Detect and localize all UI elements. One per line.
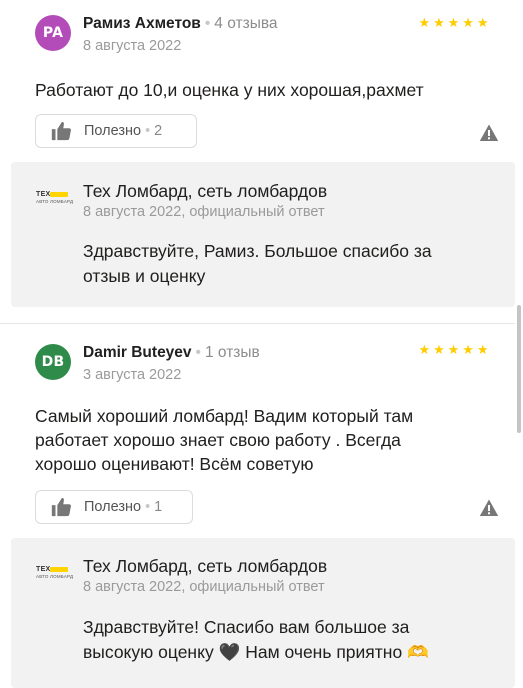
thumbs-up-icon bbox=[51, 121, 71, 141]
org-logo-subtext: АВТО ЛОМБАРД bbox=[36, 574, 74, 579]
star-icon: ★ bbox=[447, 343, 460, 358]
org-logo-bar bbox=[50, 192, 68, 197]
helpful-button[interactable]: Полезно • 2 bbox=[35, 114, 197, 148]
report-warning-icon[interactable] bbox=[479, 498, 499, 518]
author-name[interactable]: Damir Buteyev bbox=[83, 344, 192, 361]
star-icon: ★ bbox=[418, 16, 431, 31]
official-reply: ТЕХ АВТО ЛОМБАРД Тех Ломбард, сеть ломба… bbox=[11, 162, 515, 307]
official-reply: ТЕХ АВТО ЛОМБАРД Тех Ломбард, сеть ломба… bbox=[11, 538, 515, 688]
org-logo-text: ТЕХ bbox=[36, 566, 51, 573]
org-name[interactable]: Тех Ломбард, сеть ломбардов bbox=[83, 556, 327, 577]
thumbs-up-icon bbox=[51, 497, 71, 517]
author-review-count: 4 отзыва bbox=[214, 15, 278, 32]
review-date: 3 августа 2022 bbox=[83, 367, 182, 383]
org-logo: ТЕХ АВТО ЛОМБАРД bbox=[36, 566, 74, 582]
star-icon: ★ bbox=[462, 343, 474, 358]
reply-text-line: отзыв и оценку bbox=[83, 266, 206, 286]
helpful-count: 2 bbox=[154, 123, 163, 139]
avatar[interactable]: DB bbox=[35, 344, 71, 380]
review-text-line: Самый хороший ломбард! Вадим который там bbox=[35, 406, 414, 426]
helpful-label: Полезно bbox=[84, 123, 142, 139]
separator-dot: • bbox=[204, 15, 211, 32]
review-card: PA Рамиз Ахметов • 4 отзыва 8 августа 2022… bbox=[0, 0, 515, 310]
org-logo: ТЕХ АВТО ЛОМБАРД bbox=[36, 191, 74, 207]
star-icon: ★ bbox=[433, 16, 445, 31]
star-icon: ★ bbox=[462, 16, 474, 31]
org-logo-subtext: АВТО ЛОМБАРД bbox=[36, 199, 74, 204]
reply-text-line: Здравствуйте! Спасибо вам большое за bbox=[83, 617, 410, 637]
author-line: Damir Buteyev • 1 отзыв bbox=[83, 344, 260, 362]
review-text: Самый хороший ломбард! Вадим который там… bbox=[35, 404, 505, 476]
review-text: Работают до 10,и оценка у них хорошая,ра… bbox=[35, 80, 424, 100]
review-card: DB Damir Buteyev • 1 отзыв 3 августа 2022 … bbox=[0, 325, 515, 688]
review-text-line: хорошо оценивают! Всём советую bbox=[35, 454, 314, 474]
author-line: Рамиз Ахметов • 4 отзыва bbox=[83, 15, 278, 33]
rating-stars: ★ ★ ★ ★ ★ bbox=[417, 344, 490, 357]
reply-text: Здравствуйте! Спасибо вам большое за выс… bbox=[83, 615, 503, 665]
scrollbar-thumb[interactable] bbox=[517, 305, 521, 433]
reply-text-line: высокую оценку 🖤 Нам очень приятно 🫶 bbox=[83, 642, 429, 662]
reply-date: 8 августа 2022, официальный ответ bbox=[83, 204, 325, 220]
separator-dot: • bbox=[195, 344, 201, 361]
reply-text-line: Здравствуйте, Рамиз. Большое спасибо за bbox=[83, 241, 432, 261]
org-name[interactable]: Тех Ломбард, сеть ломбардов bbox=[83, 181, 327, 202]
review-text-line: работает хорошо знает свою работу . Всег… bbox=[35, 430, 401, 450]
author-name[interactable]: Рамиз Ахметов bbox=[83, 15, 201, 32]
org-logo-bar bbox=[50, 567, 68, 572]
separator-dot: • bbox=[145, 499, 151, 515]
review-date: 8 августа 2022 bbox=[83, 38, 182, 54]
report-warning-icon[interactable] bbox=[479, 123, 499, 143]
avatar[interactable]: PA bbox=[35, 15, 71, 51]
reply-text: Здравствуйте, Рамиз. Большое спасибо за … bbox=[83, 239, 503, 289]
review-divider bbox=[0, 323, 515, 324]
star-icon: ★ bbox=[433, 343, 445, 358]
helpful-label: Полезно bbox=[84, 499, 142, 515]
helpful-count: 1 bbox=[154, 499, 163, 515]
helpful-button[interactable]: Полезно • 1 bbox=[35, 490, 193, 524]
star-icon: ★ bbox=[476, 343, 489, 358]
rating-stars: ★ ★ ★ ★ ★ bbox=[417, 17, 490, 30]
org-logo-text: ТЕХ bbox=[36, 191, 51, 198]
star-icon: ★ bbox=[418, 343, 431, 358]
reply-date: 8 августа 2022, официальный ответ bbox=[83, 579, 325, 595]
star-icon: ★ bbox=[447, 16, 460, 31]
author-review-count: 1 отзыв bbox=[204, 344, 260, 361]
separator-dot: • bbox=[145, 123, 151, 139]
star-icon: ★ bbox=[476, 16, 489, 31]
